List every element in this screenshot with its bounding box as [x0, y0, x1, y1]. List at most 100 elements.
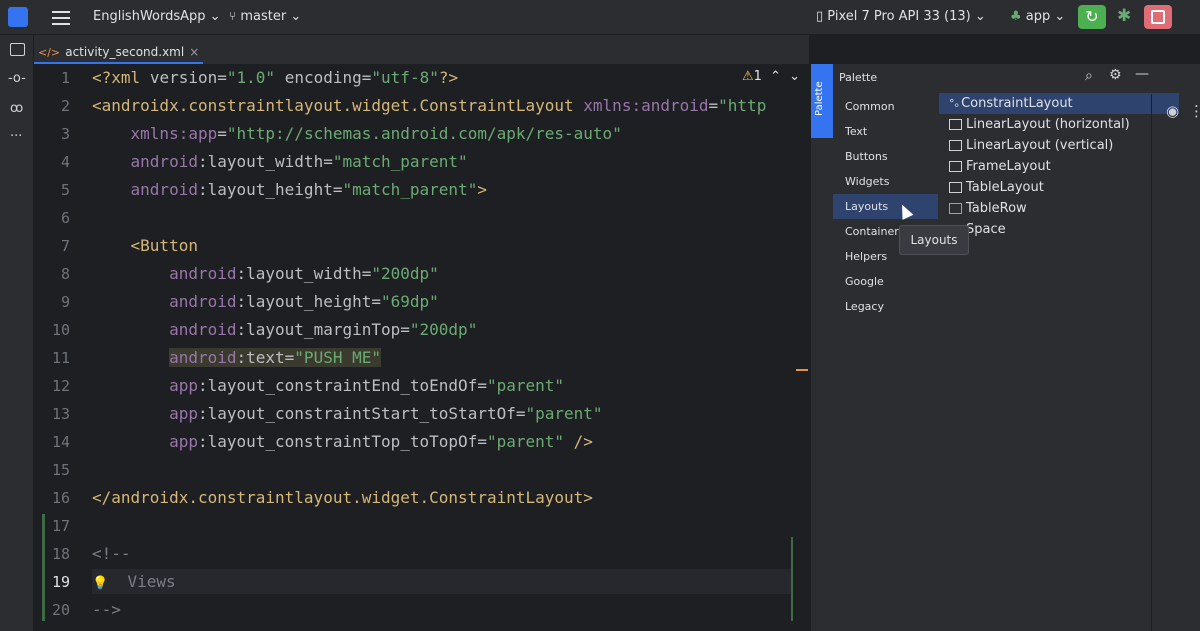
palette-item-label: LinearLayout (horizontal)	[966, 117, 1130, 132]
table-layout-icon	[949, 182, 962, 193]
code-editor[interactable]: 1 2 3 4 5 6 7 8 9 10 11 12 13 14 15 16 1…	[34, 64, 809, 631]
debug-icon[interactable]: ✱	[1117, 6, 1131, 26]
eye-icon[interactable]: ◉	[1166, 102, 1179, 120]
chevron-down-icon: ⌄	[1054, 9, 1066, 24]
constraint-layout-icon: °ₒ	[949, 97, 960, 110]
palette-item-space[interactable]: Space	[939, 219, 1179, 240]
code-line: android:layout_width="match_parent"	[130, 152, 468, 171]
chevron-down-icon: ⌄	[209, 9, 221, 24]
line-number: 19	[51, 573, 70, 591]
palette-item-constraintlayout[interactable]: °ₒ ConstraintLayout	[939, 93, 1179, 114]
code-line: android:layout_width="200dp"	[169, 264, 439, 283]
palette-category-legacy[interactable]: Legacy	[833, 294, 938, 319]
palette-category-widgets[interactable]: Widgets	[833, 169, 938, 194]
chevron-down-icon[interactable]: ⌄	[789, 69, 800, 84]
chevron-down-icon: ⌄	[290, 9, 302, 24]
stop-icon	[1151, 10, 1165, 24]
palette-tool-strip: Palette	[810, 64, 834, 631]
close-icon[interactable]: ×	[189, 45, 199, 59]
device-icon: ▯	[816, 9, 824, 24]
gear-icon[interactable]: ⚙	[1109, 67, 1122, 83]
minimize-icon[interactable]: —	[1135, 66, 1149, 82]
line-number: 9	[60, 293, 70, 311]
chevron-up-icon[interactable]: ⌃	[770, 69, 781, 84]
line-number: 13	[51, 405, 70, 423]
code-line: android:layout_marginTop="200dp"	[169, 320, 478, 339]
more-vertical-icon[interactable]: ⋮	[1189, 102, 1200, 120]
line-number: 1	[60, 69, 70, 87]
structure-icon[interactable]: ꝏ	[10, 101, 23, 116]
search-icon[interactable]: ⌕	[1085, 68, 1093, 84]
inspection-widget[interactable]: ⚠1 ⌃ ⌄	[742, 69, 800, 84]
code-line: <!--	[92, 544, 131, 563]
run-config-selector[interactable]: ♣ app ⌄	[1010, 9, 1065, 24]
line-number: 16	[51, 489, 70, 507]
line-number: 3	[60, 125, 70, 143]
code-line: app:layout_constraintEnd_toEndOf="parent…	[169, 376, 565, 395]
main-menu-icon[interactable]	[52, 9, 70, 25]
rerun-button[interactable]: ↻	[1078, 5, 1106, 29]
palette-strip-button[interactable]: Palette	[811, 64, 833, 138]
line-number: 17	[51, 517, 70, 535]
palette-item-label: LinearLayout (vertical)	[966, 138, 1114, 153]
line-number: 6	[60, 209, 70, 227]
code-line: xmlns:app="http://schemas.android.com/ap…	[130, 124, 622, 143]
palette-category-buttons[interactable]: Buttons	[833, 144, 938, 169]
line-number: 4	[60, 153, 70, 171]
palette-item-tablelayout[interactable]: TableLayout	[939, 177, 1179, 198]
palette-item-tablerow[interactable]: TableRow	[939, 198, 1179, 219]
tab-activity-second[interactable]: </> activity_second.xml ×	[34, 35, 204, 64]
palette-category-layouts[interactable]: Layouts	[833, 194, 938, 219]
palette-item-framelayout[interactable]: FrameLayout	[939, 156, 1179, 177]
device-name: Pixel 7 Pro API 33 (13)	[827, 9, 971, 24]
palette-category-google[interactable]: Google	[833, 269, 938, 294]
vertical-scrollbar[interactable]	[791, 537, 793, 621]
palette-strip-label: Palette	[814, 81, 825, 116]
code-line: <Button	[130, 236, 198, 255]
code-line: <androidx.constraintlayout.widget.Constr…	[92, 96, 767, 115]
linear-layout-vertical-icon	[949, 140, 962, 151]
title-bar: EnglishWordsApp ⌄ ⑂ master ⌄ ▯ Pixel 7 P…	[0, 0, 1200, 35]
code-line: android:layout_height="match_parent">	[130, 180, 487, 199]
branch-icon: ⑂	[229, 9, 237, 23]
branch-selector[interactable]: ⑂ master ⌄	[229, 9, 301, 24]
code-line: app:layout_constraintStart_toStartOf="pa…	[169, 404, 603, 423]
project-selector[interactable]: EnglishWordsApp ⌄	[93, 9, 221, 24]
code-line-warning: android:text="PUSH ME"	[169, 348, 381, 367]
current-line-highlight	[92, 569, 792, 594]
palette-item-linearlayout-horizontal[interactable]: LinearLayout (horizontal)	[939, 114, 1179, 135]
scroll-marker-warning	[796, 369, 808, 371]
palette-item-label: Space	[966, 222, 1006, 237]
linear-layout-horizontal-icon	[949, 119, 962, 130]
palette-title: Palette	[839, 71, 878, 84]
more-icon[interactable]: ···	[10, 129, 22, 144]
tooltip: Layouts	[899, 225, 969, 255]
palette-panel: Palette ⌕ ⚙ — Common Text Buttons Widget…	[833, 64, 1200, 631]
lightbulb-icon[interactable]: 💡	[92, 576, 108, 591]
device-selector[interactable]: ▯ Pixel 7 Pro API 33 (13) ⌄	[816, 9, 986, 24]
palette-category-common[interactable]: Common	[833, 94, 938, 119]
line-number: 2	[60, 97, 70, 115]
frame-layout-icon	[949, 161, 962, 172]
android-icon: ♣	[1010, 9, 1022, 24]
android-studio-logo-icon[interactable]	[8, 7, 28, 27]
project-folder-icon[interactable]	[10, 43, 25, 56]
stop-button[interactable]	[1144, 5, 1172, 29]
commit-icon[interactable]: -o-	[8, 71, 26, 86]
palette-item-label: TableRow	[966, 201, 1027, 216]
xml-file-icon: </>	[38, 46, 61, 59]
run-config-name: app	[1025, 9, 1051, 24]
warning-icon: ⚠	[742, 69, 754, 84]
editor-tabs: </> activity_second.xml ×	[34, 35, 809, 65]
line-number: 8	[60, 265, 70, 283]
project-name: EnglishWordsApp	[93, 9, 206, 24]
line-number: 7	[60, 237, 70, 255]
table-row-icon	[949, 203, 962, 214]
tooltip-text: Layouts	[910, 233, 958, 247]
palette-item-linearlayout-vertical[interactable]: LinearLayout (vertical)	[939, 135, 1179, 156]
line-number: 5	[60, 181, 70, 199]
line-number: 15	[51, 461, 70, 479]
line-number-gutter: 1 2 3 4 5 6 7 8 9 10 11 12 13 14 15 16 1…	[34, 64, 92, 631]
line-number: 20	[51, 601, 70, 619]
palette-category-text[interactable]: Text	[833, 119, 938, 144]
